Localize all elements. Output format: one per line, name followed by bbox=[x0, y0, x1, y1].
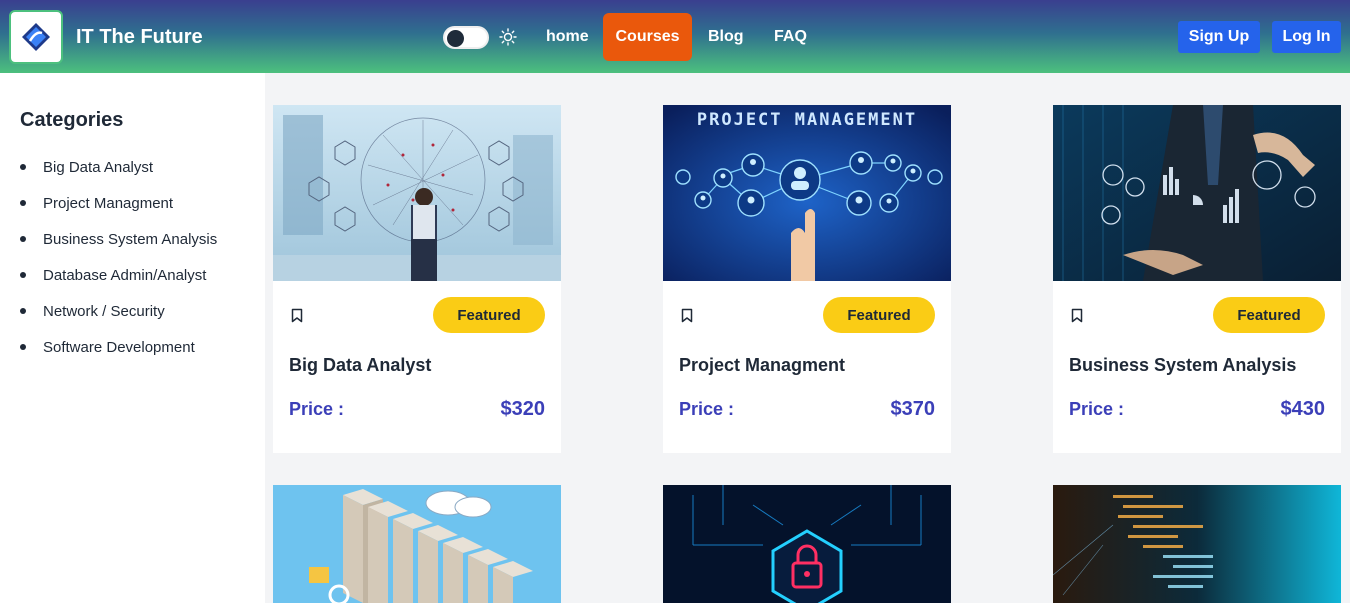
featured-badge: Featured bbox=[433, 297, 545, 333]
category-item[interactable]: Database Admin/Analyst bbox=[20, 257, 217, 293]
logo-icon bbox=[22, 23, 50, 51]
image-caption: PROJECT MANAGEMENT bbox=[697, 110, 917, 130]
category-label: Software Development bbox=[43, 338, 195, 356]
course-image[interactable] bbox=[273, 105, 561, 281]
category-label: Big Data Analyst bbox=[43, 158, 154, 176]
course-card[interactable] bbox=[663, 485, 951, 603]
course-card[interactable] bbox=[1052, 485, 1341, 603]
course-card[interactable]: Featured Business System Analysis Price … bbox=[1053, 105, 1341, 453]
course-price: $370 bbox=[890, 398, 936, 420]
categories-title: Categories bbox=[20, 109, 124, 131]
bullet bbox=[20, 236, 26, 242]
bookmark-icon[interactable] bbox=[1071, 308, 1083, 323]
category-item[interactable]: Software Development bbox=[20, 329, 217, 365]
software-dev-image bbox=[1052, 485, 1341, 603]
bullet bbox=[20, 200, 26, 206]
categories-sidebar: Categories Big Data Analyst Project Mana… bbox=[0, 73, 265, 603]
course-card[interactable]: PROJECT MANAGEMENT Featured Project Mana… bbox=[663, 105, 951, 453]
bookmark-icon[interactable] bbox=[291, 308, 303, 323]
bullet bbox=[20, 164, 26, 170]
brand-logo[interactable] bbox=[9, 10, 63, 64]
theme-toggle[interactable] bbox=[443, 26, 489, 49]
price-label: Price : bbox=[679, 399, 735, 419]
course-price: $320 bbox=[500, 398, 546, 420]
categories-list: Big Data Analyst Project Managment Busin… bbox=[20, 149, 217, 365]
big-data-image bbox=[273, 105, 561, 281]
toggle-knob bbox=[447, 30, 464, 47]
featured-badge: Featured bbox=[1213, 297, 1325, 333]
price-label: Price : bbox=[289, 399, 345, 419]
nav-courses[interactable]: Courses bbox=[603, 13, 692, 61]
price-label: Price : bbox=[1069, 399, 1125, 419]
project-management-image: PROJECT MANAGEMENT bbox=[663, 105, 951, 281]
course-card[interactable] bbox=[273, 485, 561, 603]
nav-faq[interactable]: FAQ bbox=[774, 28, 807, 46]
category-item[interactable]: Network / Security bbox=[20, 293, 217, 329]
course-title[interactable]: Business System Analysis bbox=[1069, 355, 1296, 376]
category-label: Business System Analysis bbox=[43, 230, 218, 248]
category-item[interactable]: Business System Analysis bbox=[20, 221, 217, 257]
category-label: Project Managment bbox=[43, 194, 174, 212]
bullet bbox=[20, 344, 26, 350]
bullet bbox=[20, 272, 26, 278]
nav-blog[interactable]: Blog bbox=[708, 28, 744, 46]
nav-home[interactable]: home bbox=[546, 28, 589, 46]
category-item[interactable]: Big Data Analyst bbox=[20, 149, 217, 185]
category-item[interactable]: Project Managment bbox=[20, 185, 217, 221]
sun-icon[interactable] bbox=[499, 28, 517, 46]
log-in-button[interactable]: Log In bbox=[1272, 21, 1341, 53]
course-card[interactable]: Featured Big Data Analyst Price : $320 bbox=[273, 105, 561, 453]
course-image[interactable]: PROJECT MANAGEMENT bbox=[663, 105, 951, 281]
brand-name[interactable]: IT The Future bbox=[76, 26, 203, 49]
database-image bbox=[273, 485, 561, 603]
featured-badge: Featured bbox=[823, 297, 935, 333]
bookmark-icon[interactable] bbox=[681, 308, 693, 323]
top-navbar: IT The Future home Courses Blog FAQ Sign… bbox=[0, 0, 1350, 73]
security-image bbox=[663, 485, 951, 603]
course-title[interactable]: Big Data Analyst bbox=[289, 355, 431, 376]
sign-up-button[interactable]: Sign Up bbox=[1178, 21, 1260, 53]
course-price: $430 bbox=[1280, 398, 1326, 420]
bullet bbox=[20, 308, 26, 314]
business-analysis-image bbox=[1053, 105, 1341, 281]
course-image[interactable] bbox=[1053, 105, 1341, 281]
category-label: Network / Security bbox=[43, 302, 165, 320]
category-label: Database Admin/Analyst bbox=[43, 266, 207, 284]
course-title[interactable]: Project Managment bbox=[679, 355, 845, 376]
